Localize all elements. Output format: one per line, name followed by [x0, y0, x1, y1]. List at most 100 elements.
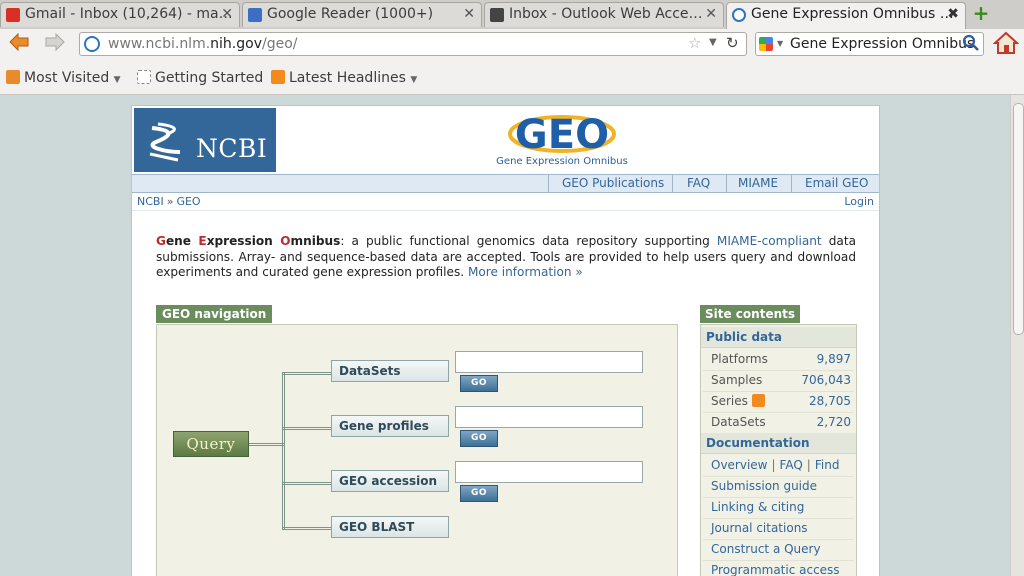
- login-link[interactable]: Login: [844, 195, 874, 208]
- geo-blast-button[interactable]: GEO BLAST: [331, 516, 449, 538]
- chevron-down-icon: ▼: [113, 75, 121, 85]
- page-viewport: NCBI GEO Gene Expression Omnibus GEO Pub…: [0, 95, 1010, 576]
- tab-outlook[interactable]: Inbox - Outlook Web Acce… ✕: [484, 2, 724, 27]
- connector-line: [249, 443, 285, 446]
- geo-navigation-panel: Query DataSets GO Gene profiles GO GEO a…: [156, 324, 678, 576]
- connector-line: [282, 427, 332, 430]
- tab-geo[interactable]: Gene Expression Omnibus … ✖: [726, 2, 966, 29]
- faq-link[interactable]: FAQ: [780, 458, 803, 472]
- bookmark-getting-started[interactable]: Getting Started: [137, 70, 263, 86]
- close-tab-icon[interactable]: ✕: [705, 6, 717, 22]
- close-tab-icon[interactable]: ✖: [947, 6, 959, 22]
- nav-faq[interactable]: FAQ: [687, 176, 710, 190]
- gene-profiles-button[interactable]: Gene profiles: [331, 415, 449, 437]
- geo-navigation-header: GEO navigation: [156, 305, 273, 323]
- find-link[interactable]: Find: [815, 458, 840, 472]
- tab-gmail[interactable]: Gmail - Inbox (10,264) - ma… ✕: [0, 2, 240, 27]
- connector-line: [282, 372, 332, 375]
- top-navigation: GEO Publications FAQ MIAME Email GEO: [132, 174, 879, 193]
- nav-email-geo[interactable]: Email GEO: [805, 176, 868, 190]
- tab-label: Gene Expression Omnibus …: [751, 6, 954, 22]
- back-arrow-icon: [9, 32, 29, 52]
- linking-citing-link[interactable]: Linking & citing: [711, 497, 804, 517]
- address-bar[interactable]: www.ncbi.nlm.nih.gov/geo/: [79, 32, 747, 56]
- geo-logo-mark: GEO: [508, 112, 616, 156]
- site-contents-panel: Public data Platforms 9,897 Samples 706,04…: [700, 324, 857, 576]
- stat-series[interactable]: Series 28,705: [711, 391, 851, 411]
- query-button[interactable]: Query: [173, 431, 249, 457]
- tab-label: Inbox - Outlook Web Acce…: [509, 6, 703, 22]
- bookmark-most-visited[interactable]: Most Visited ▼: [6, 70, 121, 86]
- bookmark-label: Getting Started: [155, 70, 264, 86]
- datasets-search-input[interactable]: [455, 351, 643, 373]
- search-input[interactable]: Gene Expression Omnibus: [755, 32, 984, 56]
- bookmark-label: Most Visited: [24, 70, 110, 86]
- breadcrumb: NCBI» GEO: [137, 195, 201, 208]
- ncbi-logo-text: NCBI: [196, 134, 268, 163]
- search-value: Gene Expression Omnibus: [790, 36, 975, 52]
- journal-citations-link[interactable]: Journal citations: [711, 518, 808, 538]
- geo-accession-button[interactable]: GEO accession: [331, 470, 449, 492]
- folder-icon: [6, 70, 20, 84]
- gene-profiles-search-input[interactable]: [455, 406, 643, 428]
- url-domain: nih.gov: [210, 36, 262, 52]
- public-data-heading: Public data: [701, 327, 856, 348]
- geo-logo[interactable]: GEO Gene Expression Omnibus: [492, 110, 632, 174]
- programmatic-access-link[interactable]: Programmatic access: [711, 560, 840, 576]
- search-magnifier-icon[interactable]: [962, 34, 980, 56]
- geo-logo-subtitle: Gene Expression Omnibus: [496, 156, 628, 167]
- divider: [132, 210, 879, 211]
- bookmark-star-icon[interactable]: ☆: [688, 34, 701, 52]
- geo-accession-go-button[interactable]: GO: [460, 485, 498, 502]
- tab-google-reader[interactable]: Google Reader (1000+) ✕: [242, 2, 482, 27]
- url-dropdown-icon[interactable]: ▼: [709, 37, 717, 48]
- geo-accession-input[interactable]: [455, 461, 643, 483]
- site-contents-header: Site contents: [700, 305, 801, 323]
- documentation-heading: Documentation: [701, 433, 856, 454]
- new-tab-button[interactable]: +: [970, 3, 992, 24]
- nav-miame[interactable]: MIAME: [738, 176, 778, 190]
- gene-profiles-go-button[interactable]: GO: [460, 430, 498, 447]
- gmail-icon: [6, 8, 20, 22]
- site-identity-icon[interactable]: [84, 36, 100, 52]
- search-engine-dropdown-icon[interactable]: ▼: [777, 39, 783, 48]
- intro-paragraph: Gene Expression Omnibus: a public functi…: [156, 234, 857, 279]
- connector-line: [282, 527, 332, 530]
- nav-separator: [672, 175, 673, 192]
- stat-samples[interactable]: Samples 706,043: [711, 370, 851, 390]
- nav-separator: [791, 175, 792, 192]
- rss-feed-icon: [271, 70, 285, 84]
- overview-link[interactable]: Overview: [711, 458, 768, 472]
- miame-compliant-link[interactable]: MIAME-compliant: [717, 234, 822, 248]
- datasets-button[interactable]: DataSets: [331, 360, 449, 382]
- breadcrumb-geo[interactable]: GEO: [176, 195, 200, 208]
- vertical-scrollbar[interactable]: [1010, 95, 1024, 576]
- ncbi-logo[interactable]: NCBI: [134, 108, 276, 172]
- reload-icon[interactable]: ↻: [726, 34, 739, 52]
- google-search-engine-icon[interactable]: [759, 37, 773, 51]
- stat-datasets[interactable]: DataSets 2,720: [711, 412, 851, 432]
- google-reader-icon: [248, 8, 262, 22]
- home-button[interactable]: [992, 31, 1020, 55]
- home-icon: [992, 31, 1020, 54]
- connector-line: [282, 372, 285, 530]
- geo-logo-text: GEO: [515, 112, 609, 156]
- stat-platforms[interactable]: Platforms 9,897: [711, 349, 851, 369]
- forward-button[interactable]: [44, 31, 66, 59]
- submission-guide-link[interactable]: Submission guide: [711, 476, 817, 496]
- construct-query-link[interactable]: Construct a Query: [711, 539, 821, 559]
- nav-geo-publications[interactable]: GEO Publications: [562, 176, 664, 190]
- rss-feed-icon[interactable]: [751, 394, 765, 407]
- bookmark-latest-headlines[interactable]: Latest Headlines ▼: [271, 70, 417, 86]
- chevron-down-icon: ▼: [410, 75, 418, 85]
- breadcrumb-ncbi[interactable]: NCBI: [137, 195, 164, 208]
- close-tab-icon[interactable]: ✕: [463, 6, 475, 22]
- scrollbar-thumb[interactable]: [1013, 103, 1024, 335]
- nav-separator: [548, 175, 549, 192]
- close-tab-icon[interactable]: ✕: [221, 6, 233, 22]
- tab-label: Gmail - Inbox (10,264) - ma…: [25, 6, 233, 22]
- back-button[interactable]: [8, 31, 30, 59]
- more-information-link[interactable]: More information »: [468, 265, 583, 279]
- datasets-go-button[interactable]: GO: [460, 375, 498, 392]
- url-prefix: www.ncbi.nlm.: [108, 36, 211, 52]
